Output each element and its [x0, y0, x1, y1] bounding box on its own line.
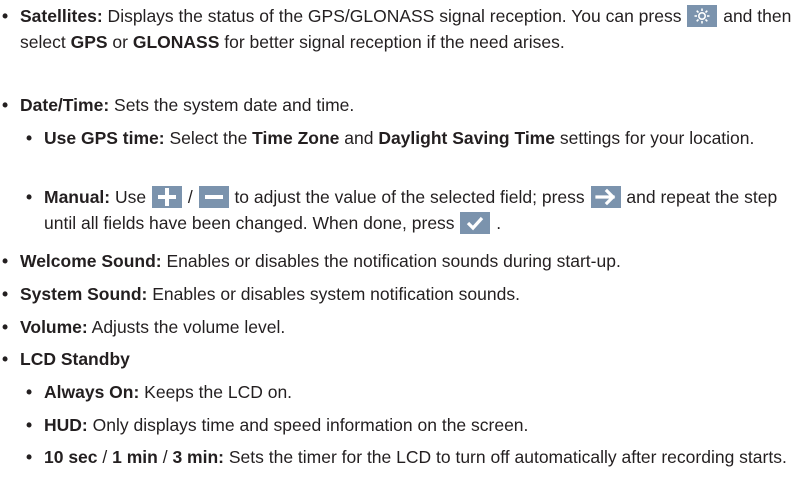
list-item-volume: • Volume: Adjusts the volume level. — [0, 314, 795, 340]
bullet: • — [2, 317, 9, 337]
item-text: Only displays time and speed information… — [87, 415, 529, 435]
bullet: • — [2, 284, 9, 304]
timer-10-sec: 10 sec — [44, 447, 98, 467]
bullet: • — [26, 415, 33, 435]
list-item-lcd-standby: • LCD Standby — [0, 346, 795, 372]
daylight-saving-label: Daylight Saving Time — [378, 128, 555, 148]
minus-icon — [198, 186, 229, 208]
sub-item-use-gps-time: • Use GPS time: Select the Time Zone and… — [0, 125, 795, 151]
item-text: Select the — [164, 128, 253, 148]
item-text: or — [107, 32, 133, 52]
item-text: Sets the system date and time. — [109, 95, 355, 115]
item-text: Displays the status of the GPS/GLONASS s… — [102, 6, 687, 26]
bullet: • — [26, 447, 33, 467]
option-gps: GPS — [70, 32, 108, 52]
sub-item-manual: • Manual: Use / to adjust the value of t… — [0, 184, 795, 236]
item-label: LCD Standby — [20, 349, 130, 369]
item-text: settings for your location. — [554, 128, 755, 148]
sub-item-timers: • 10 sec / 1 min / 3 min: Sets the timer… — [0, 444, 795, 470]
bullet: • — [26, 187, 33, 207]
item-label: System Sound: — [20, 284, 148, 304]
sub-item-hud: • HUD: Only displays time and speed info… — [0, 412, 795, 438]
item-label: Manual: — [44, 187, 111, 207]
option-glonass: GLONASS — [132, 32, 220, 52]
list-item-satellites: • Satellites: Displays the status of the… — [0, 3, 795, 55]
timer-1-min: 1 min — [112, 447, 158, 467]
item-text: Sets the timer for the LCD to turn off a… — [223, 447, 787, 467]
sub-item-always-on: • Always On: Keeps the LCD on. — [0, 379, 795, 405]
time-zone-label: Time Zone — [252, 128, 340, 148]
item-text: and — [339, 128, 379, 148]
plus-icon — [151, 186, 182, 208]
separator: / — [157, 447, 173, 467]
list-item-welcome-sound: • Welcome Sound: Enables or disables the… — [0, 248, 795, 274]
bullet: • — [2, 95, 9, 115]
arrow-right-icon — [590, 186, 621, 208]
gear-icon — [687, 5, 718, 27]
item-label: Date/Time: — [20, 95, 110, 115]
item-label: Welcome Sound: — [20, 251, 162, 271]
checkmark-icon — [460, 212, 491, 234]
document-page: • Satellites: Displays the status of the… — [0, 0, 795, 491]
item-text: . — [491, 213, 502, 233]
list-item-system-sound: • System Sound: Enables or disables syst… — [0, 281, 795, 307]
item-label: Volume: — [20, 317, 88, 337]
item-text: Adjusts the volume level. — [87, 317, 286, 337]
bullet: • — [2, 251, 9, 271]
bullet: • — [2, 349, 9, 369]
item-text: to adjust the value of the selected fiel… — [229, 187, 590, 207]
list-item-date-time: • Date/Time: Sets the system date and ti… — [0, 92, 795, 118]
item-text: Keeps the LCD on. — [139, 382, 293, 402]
item-label: Always On: — [44, 382, 140, 402]
timer-3-min: 3 min: — [172, 447, 224, 467]
item-text: for better signal reception if the need … — [219, 32, 565, 52]
item-text: Enables or disables system notification … — [147, 284, 520, 304]
item-label: Use GPS time: — [44, 128, 165, 148]
item-text: Enables or disables the notification sou… — [161, 251, 621, 271]
bullet: • — [26, 128, 33, 148]
item-text: Use — [110, 187, 151, 207]
item-label: Satellites: — [20, 6, 103, 26]
separator: / — [97, 447, 113, 467]
item-label: HUD: — [44, 415, 88, 435]
bullet: • — [2, 6, 9, 26]
separator: / — [182, 187, 198, 207]
bullet: • — [26, 382, 33, 402]
